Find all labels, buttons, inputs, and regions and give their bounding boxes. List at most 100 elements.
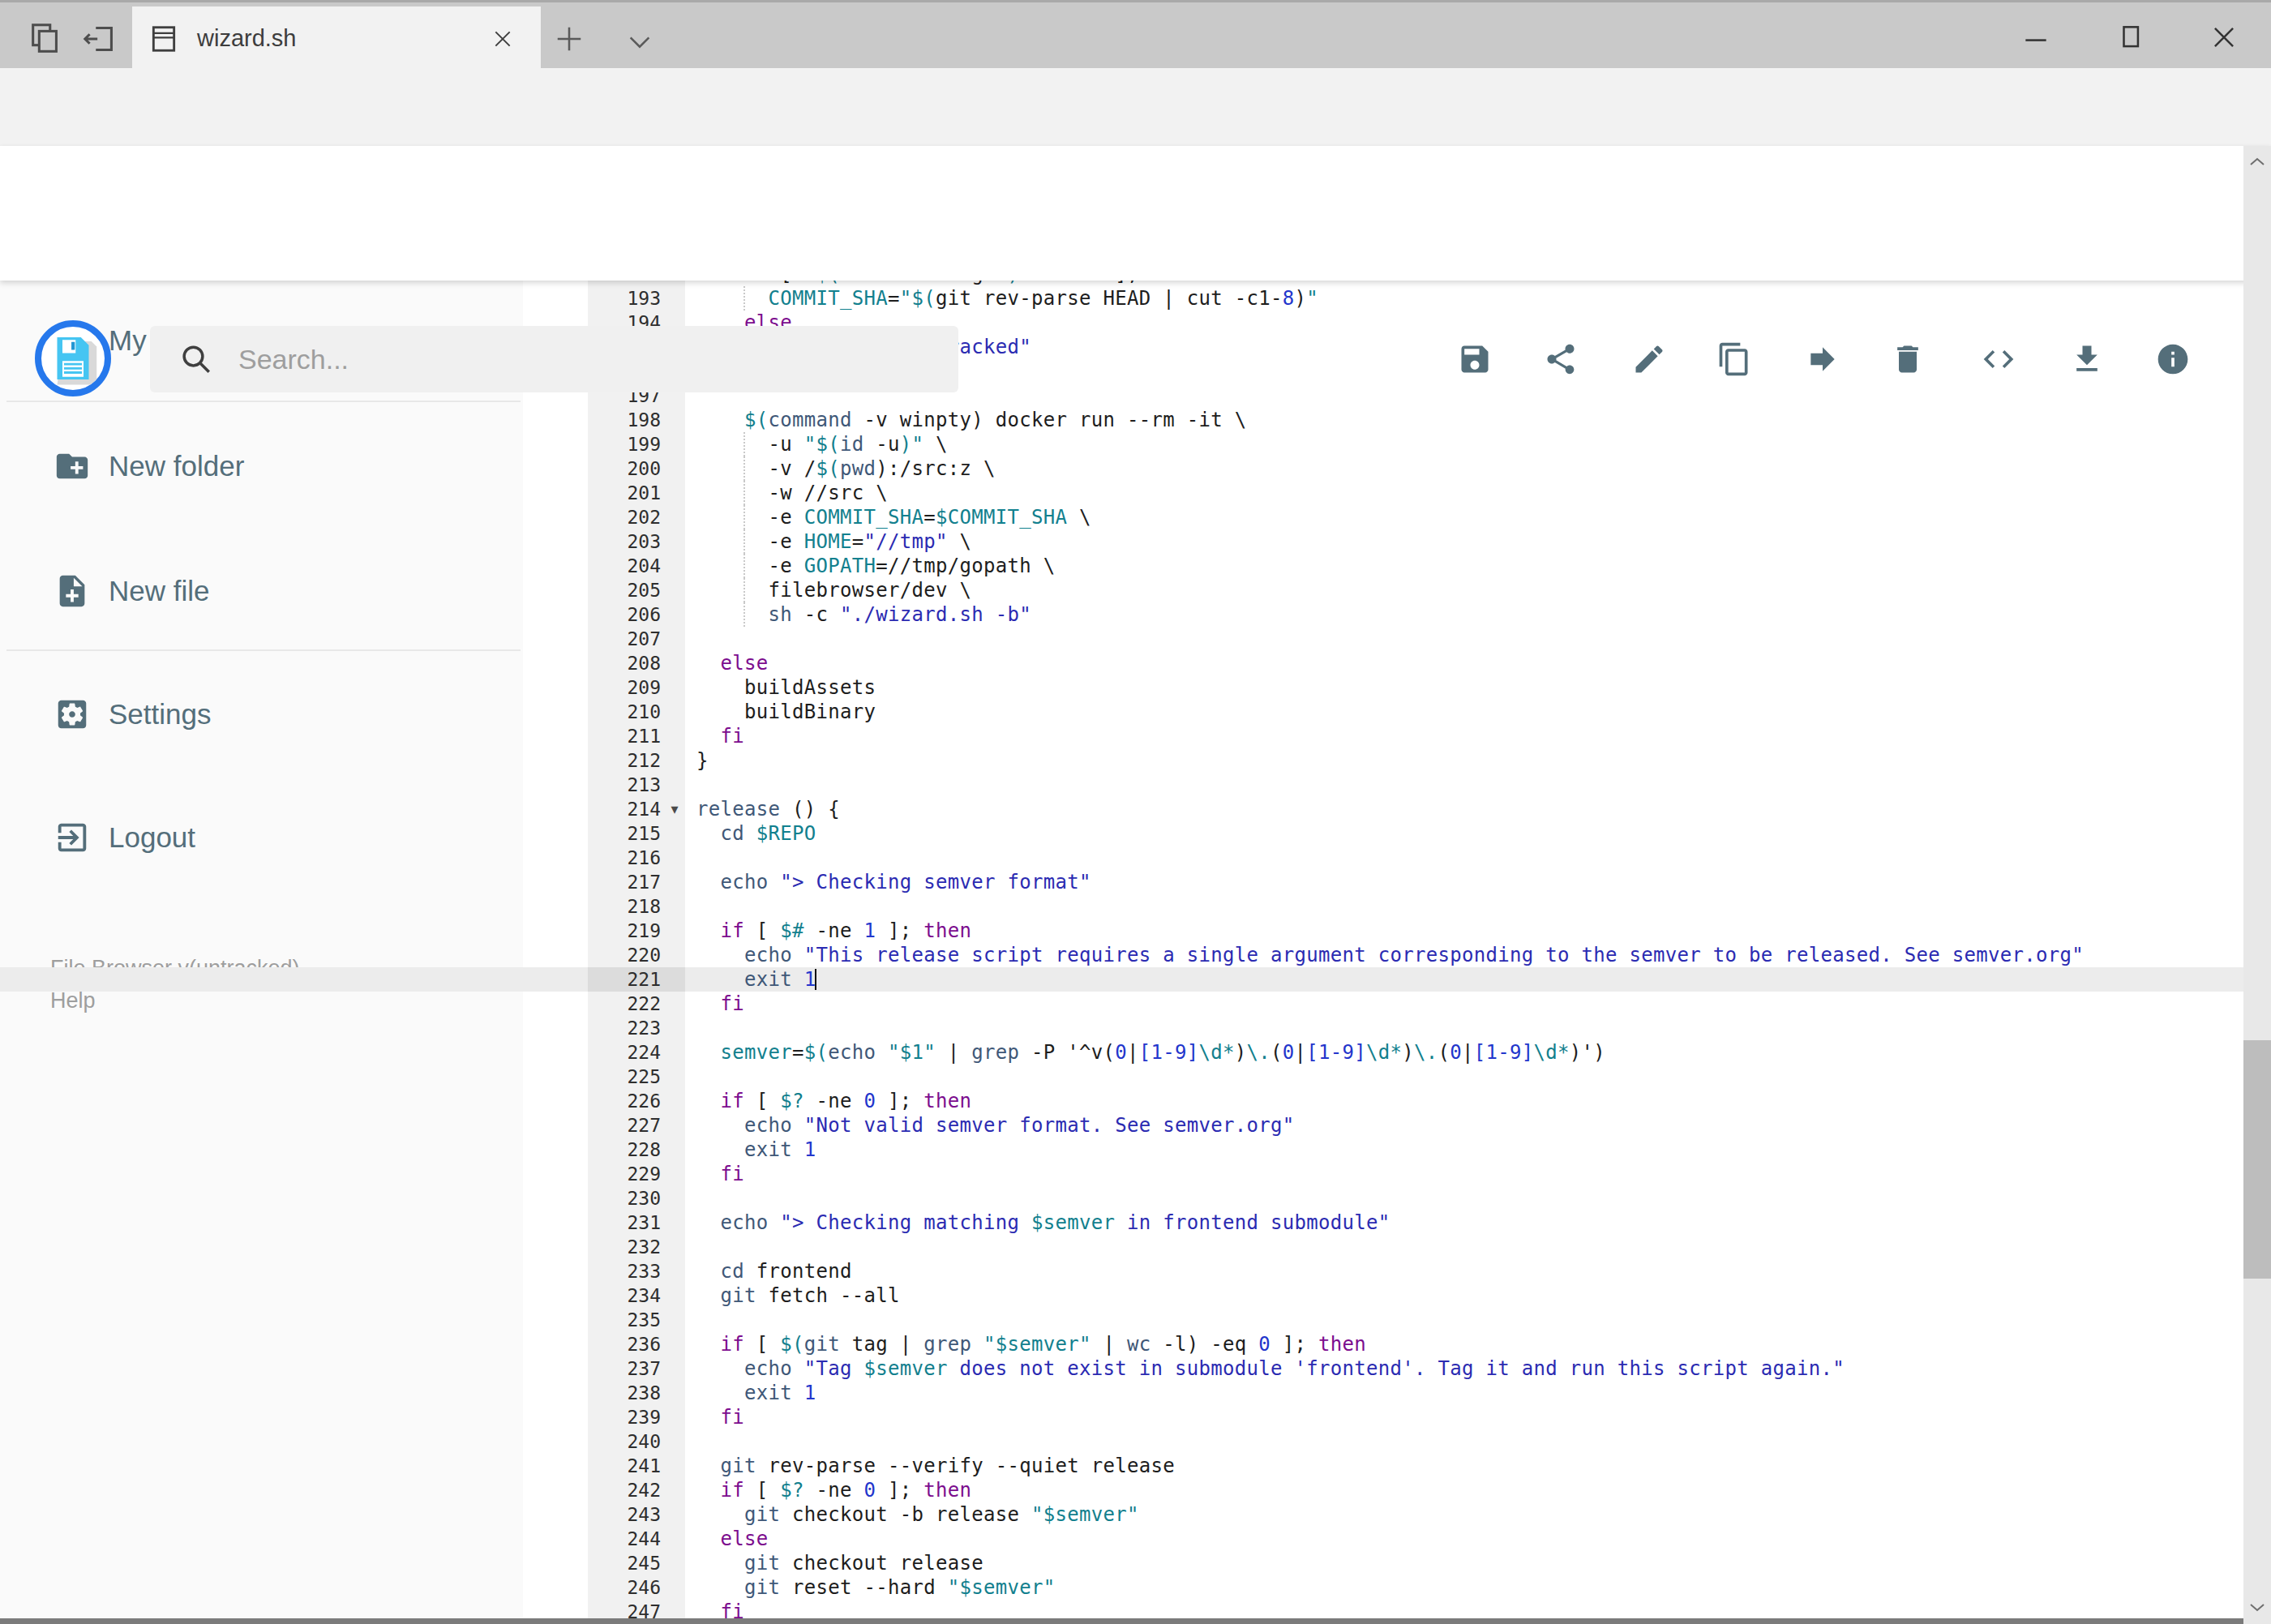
share-icon[interactable] (1543, 341, 1579, 377)
code-text: -e HOME="//tmp" \ (696, 529, 971, 554)
line-number: 222 (588, 992, 685, 1016)
code-line[interactable]: 211 fi (0, 724, 2243, 748)
code-text: release () { (696, 797, 840, 821)
line-number: 205 (588, 578, 685, 602)
move-icon[interactable] (1805, 341, 1840, 377)
code-line[interactable]: 217 echo "> Checking semver format" (0, 870, 2243, 894)
code-line[interactable]: 210 buildBinary (0, 700, 2243, 724)
line-number: 193 (588, 286, 685, 311)
code-line[interactable]: 213 (0, 773, 2243, 797)
code-line[interactable]: 218 (0, 894, 2243, 919)
line-number: 199 (588, 432, 685, 456)
code-line[interactable]: 236 if [ $(git tag | grep "$semver" | wc… (0, 1332, 2243, 1356)
code-text: buildBinary (696, 700, 876, 724)
line-number: 211 (588, 724, 685, 748)
code-line[interactable]: 198 $(command -v winpty) docker run --rm… (0, 408, 2243, 432)
code-text: cd $REPO (696, 821, 816, 846)
indent-guide (743, 505, 745, 529)
code-line[interactable]: 235 (0, 1308, 2243, 1332)
code-text: git checkout -b release "$semver" (696, 1502, 1139, 1527)
edit-icon[interactable] (1631, 341, 1667, 377)
code-line[interactable]: 242 if [ $? -ne 0 ]; then (0, 1478, 2243, 1502)
code-line[interactable]: 228 exit 1 (0, 1138, 2243, 1162)
code-line[interactable]: 207 (0, 627, 2243, 651)
save-icon[interactable] (1457, 341, 1493, 377)
code-line[interactable]: 199 -u "$(id -u)" \ (0, 432, 2243, 456)
code-line[interactable]: 224 semver=$(echo "$1" | grep -P '^v(0|[… (0, 1040, 2243, 1065)
code-line[interactable]: 239 fi (0, 1405, 2243, 1429)
code-text: exit 1 (696, 967, 816, 992)
code-line[interactable]: 238 exit 1 (0, 1381, 2243, 1405)
code-line[interactable]: 240 (0, 1429, 2243, 1454)
code-line[interactable]: 193 COMMIT_SHA="$(git rev-parse HEAD | c… (0, 286, 2243, 311)
code-line[interactable]: 245 git checkout release (0, 1551, 2243, 1575)
code-icon[interactable] (1981, 341, 2016, 377)
line-number: 245 (588, 1551, 685, 1575)
fold-arrow-icon[interactable]: ▾ (663, 797, 686, 821)
search-icon (179, 342, 213, 376)
app-logo[interactable] (35, 320, 111, 396)
code-text: else (696, 1527, 769, 1551)
delete-icon[interactable] (1890, 341, 1926, 377)
search-box[interactable]: Search... (150, 326, 958, 392)
code-line[interactable]: 220 echo "This release script requires a… (0, 943, 2243, 967)
app-header: Search... (0, 146, 2271, 281)
info-icon[interactable] (2155, 341, 2191, 377)
indent-guide (743, 529, 745, 554)
code-line[interactable]: 243 git checkout -b release "$semver" (0, 1502, 2243, 1527)
line-number: 218 (588, 894, 685, 919)
line-number: 235 (588, 1308, 685, 1332)
line-number: 220 (588, 943, 685, 967)
scroll-down-icon[interactable] (2247, 1597, 2267, 1617)
copy-icon[interactable] (1716, 341, 1752, 377)
code-line[interactable]: 230 (0, 1186, 2243, 1211)
code-text: COMMIT_SHA="$(git rev-parse HEAD | cut -… (696, 286, 1318, 311)
code-line[interactable]: 229 fi (0, 1162, 2243, 1186)
scroll-up-icon[interactable] (2247, 152, 2267, 172)
code-line[interactable]: 232 (0, 1235, 2243, 1259)
code-line[interactable]: 234 git fetch --all (0, 1283, 2243, 1308)
line-number: 226 (588, 1089, 685, 1113)
indent-guide (743, 602, 745, 627)
line-number: 198 (588, 408, 685, 432)
code-line[interactable]: 201 -w //src \ (0, 481, 2243, 505)
code-line[interactable]: 227 echo "Not valid semver format. See s… (0, 1113, 2243, 1138)
code-line[interactable]: 200 -v /$(pwd):/src:z \ (0, 456, 2243, 481)
code-text: if [ $? -ne 0 ]; then (696, 1478, 971, 1502)
line-number: 201 (588, 481, 685, 505)
code-line[interactable]: 244 else (0, 1527, 2243, 1551)
code-line[interactable]: 219 if [ $# -ne 1 ]; then (0, 919, 2243, 943)
code-line[interactable]: 214▾release () { (0, 797, 2243, 821)
code-line[interactable]: 206 sh -c "./wizard.sh -b" (0, 602, 2243, 627)
code-line[interactable]: 233 cd frontend (0, 1259, 2243, 1283)
code-line[interactable]: 202 -e COMMIT_SHA=$COMMIT_SHA \ (0, 505, 2243, 529)
code-line[interactable]: 215 cd $REPO (0, 821, 2243, 846)
code-line[interactable]: 222 fi (0, 992, 2243, 1016)
code-line[interactable]: 221 exit 1 (0, 967, 2243, 992)
code-line[interactable]: 223 (0, 1016, 2243, 1040)
code-line[interactable]: 209 buildAssets (0, 675, 2243, 700)
code-line[interactable]: 225 (0, 1065, 2243, 1089)
code-line[interactable]: 212} (0, 748, 2243, 773)
code-line[interactable]: 237 echo "Tag $semver does not exist in … (0, 1356, 2243, 1381)
code-line[interactable]: 216 (0, 846, 2243, 870)
download-icon[interactable] (2069, 341, 2105, 377)
code-line[interactable]: 205 filebrowser/dev \ (0, 578, 2243, 602)
code-line[interactable]: 226 if [ $? -ne 0 ]; then (0, 1089, 2243, 1113)
code-text: if [ $# -ne 1 ]; then (696, 919, 971, 943)
code-line[interactable]: 246 git reset --hard "$semver" (0, 1575, 2243, 1600)
scrollbar-thumb[interactable] (2243, 1040, 2271, 1279)
code-line[interactable]: 241 git rev-parse --verify --quiet relea… (0, 1454, 2243, 1478)
code-line[interactable]: 204 -e GOPATH=//tmp/gopath \ (0, 554, 2243, 578)
line-number: 240 (588, 1429, 685, 1454)
line-number: 221 (588, 967, 685, 992)
line-number: 224 (588, 1040, 685, 1065)
line-number: 203 (588, 529, 685, 554)
line-number: 223 (588, 1016, 685, 1040)
code-text: if [ $(git tag | grep "$semver" | wc -l)… (696, 1332, 1366, 1356)
scrollbar[interactable] (2243, 146, 2271, 1624)
code-line[interactable]: 208 else (0, 651, 2243, 675)
line-number: 231 (588, 1211, 685, 1235)
code-line[interactable]: 231 echo "> Checking matching $semver in… (0, 1211, 2243, 1235)
code-line[interactable]: 203 -e HOME="//tmp" \ (0, 529, 2243, 554)
